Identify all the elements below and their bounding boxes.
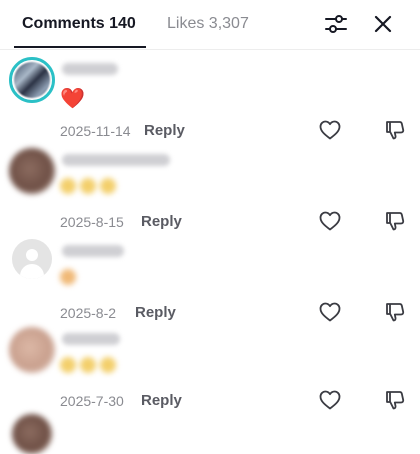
close-icon xyxy=(374,15,392,33)
thumbs-down-icon xyxy=(386,303,405,322)
sliders-icon xyxy=(325,15,347,33)
heart-outline-icon xyxy=(319,390,341,410)
like-button[interactable] xyxy=(318,388,342,412)
active-tab-indicator xyxy=(14,46,146,48)
comment-text: ❤️ xyxy=(60,88,85,110)
avatar[interactable] xyxy=(12,239,52,279)
heart-outline-icon xyxy=(319,211,341,231)
reply-button[interactable]: Reply xyxy=(135,305,176,321)
comments-header: Comments 140 Likes 3,307 xyxy=(0,0,420,50)
username[interactable] xyxy=(62,245,124,257)
thumbs-down-icon xyxy=(386,121,405,140)
avatar[interactable] xyxy=(9,148,55,194)
like-button[interactable] xyxy=(318,300,342,324)
dislike-button[interactable] xyxy=(383,118,407,142)
tab-likes[interactable]: Likes 3,307 xyxy=(167,14,249,34)
comment-item: 2025-7-30 Reply xyxy=(0,327,420,417)
comment-date: 2025-7-30 xyxy=(60,393,124,409)
heart-outline-icon xyxy=(319,302,341,322)
dislike-button[interactable] xyxy=(383,388,407,412)
reply-button[interactable]: Reply xyxy=(141,393,182,409)
reply-button[interactable]: Reply xyxy=(144,123,185,139)
comment-emoji xyxy=(60,357,126,375)
username[interactable] xyxy=(62,63,118,75)
comment-date: 2025-8-2 xyxy=(60,305,117,321)
username[interactable] xyxy=(62,154,170,166)
dislike-button[interactable] xyxy=(383,300,407,324)
avatar[interactable] xyxy=(12,414,52,454)
comment-item: 2025-8-2 Reply xyxy=(0,239,420,329)
filter-button[interactable] xyxy=(324,12,348,36)
like-button[interactable] xyxy=(318,209,342,233)
username[interactable] xyxy=(62,333,120,345)
comment-emoji xyxy=(60,269,84,287)
comment-item: 2025-8-15 Reply xyxy=(0,148,420,238)
comment-item: ❤️ 2025-11-14 Reply xyxy=(0,57,420,147)
thumbs-down-icon xyxy=(386,391,405,410)
dislike-button[interactable] xyxy=(383,209,407,233)
comment-emoji xyxy=(60,178,126,196)
comment-date: 2025-11-14 xyxy=(60,123,131,139)
comment-date: 2025-8-15 xyxy=(60,214,124,230)
avatar[interactable] xyxy=(9,327,55,373)
tab-comments[interactable]: Comments 140 xyxy=(22,14,136,34)
close-button[interactable] xyxy=(371,12,395,36)
thumbs-down-icon xyxy=(386,212,405,231)
reply-button[interactable]: Reply xyxy=(141,214,182,230)
like-button[interactable] xyxy=(318,118,342,142)
heart-outline-icon xyxy=(319,120,341,140)
avatar[interactable] xyxy=(9,57,55,103)
